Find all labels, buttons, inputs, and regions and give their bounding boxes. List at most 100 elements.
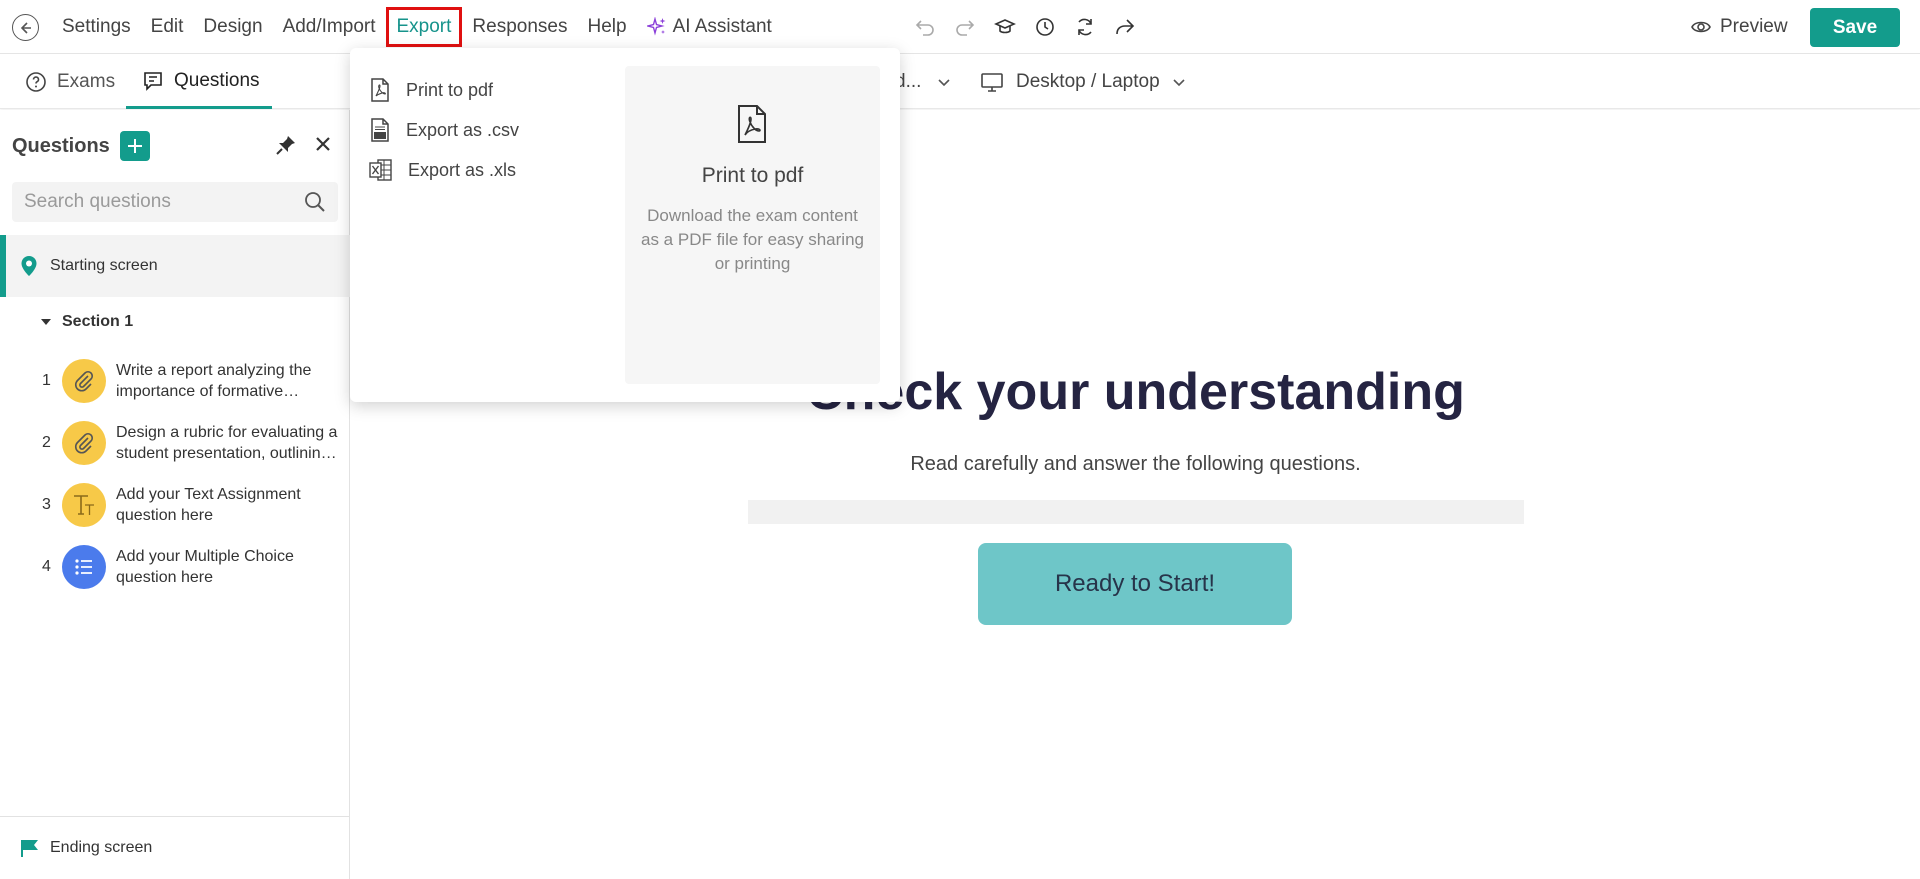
menu-design[interactable]: Design [193, 7, 272, 47]
pin-sidebar-button[interactable] [274, 133, 298, 162]
add-question-button[interactable] [119, 131, 150, 161]
export-dropdown: Print to pdf Export as .csv Export as .x… [350, 48, 900, 402]
csv-file-icon [371, 118, 389, 142]
question-item[interactable]: 3 Add your Text Assignment question here [0, 474, 350, 536]
section-header[interactable]: Section 1 [40, 313, 133, 331]
export-csv-option[interactable]: Export as .csv [368, 110, 519, 150]
paperclip-icon [62, 421, 106, 465]
partial-dropdown[interactable]: d... [895, 67, 951, 97]
tab-exams[interactable]: Exams [25, 55, 115, 109]
redo-button[interactable] [950, 12, 980, 42]
chevron-down-icon [1173, 79, 1185, 87]
eye-icon [1691, 21, 1711, 33]
menu-settings[interactable]: Settings [52, 7, 141, 47]
close-sidebar-button[interactable] [312, 133, 334, 160]
share-arrow-icon [1116, 19, 1135, 35]
location-pin-icon [21, 256, 37, 276]
search-icon[interactable] [304, 191, 326, 213]
print-to-pdf-option[interactable]: Print to pdf [368, 70, 519, 110]
question-item[interactable]: 2 Design a rubric for evaluating a stude… [0, 412, 350, 474]
toolbar [910, 12, 1140, 42]
progress-bar [748, 500, 1524, 524]
section-label: Section 1 [62, 313, 134, 330]
question-list: 1 Write a report analyzing the importanc… [0, 350, 350, 598]
search-box [12, 182, 338, 222]
export-xls-option[interactable]: Export as .xls [368, 150, 519, 190]
chevron-down-icon [938, 79, 950, 87]
search-input[interactable] [12, 182, 282, 222]
arrow-left-icon [20, 21, 31, 34]
undo-button[interactable] [910, 12, 940, 42]
ending-screen-item[interactable]: Ending screen [0, 816, 350, 879]
question-circle-icon [26, 72, 46, 92]
text-icon [62, 483, 106, 527]
clock-icon [1036, 18, 1054, 36]
question-text: Add your Text Assignment question here [116, 486, 301, 524]
export-options: Print to pdf Export as .csv Export as .x… [368, 70, 519, 190]
question-number: 4 [42, 558, 51, 575]
pin-icon [276, 136, 295, 155]
paperclip-icon [62, 359, 106, 403]
ending-screen-label: Ending screen [50, 839, 153, 856]
xls-file-icon [369, 159, 392, 181]
starting-screen-label: Starting screen [50, 257, 158, 274]
list-icon [62, 545, 106, 589]
pdf-file-icon [738, 105, 766, 143]
save-button[interactable]: Save [1810, 8, 1900, 47]
question-item[interactable]: 4 Add your Multiple Choice question here [0, 536, 350, 598]
caret-down-icon [41, 319, 51, 325]
export-xls-label: Export as .xls [408, 159, 517, 180]
refresh-icon [1078, 18, 1092, 36]
device-label: Desktop / Laptop [1016, 71, 1160, 92]
top-menu-bar: Settings Edit Design Add/Import Export R… [0, 0, 1920, 54]
export-csv-label: Export as .csv [406, 119, 520, 140]
menu-help[interactable]: Help [577, 7, 636, 47]
flag-icon [21, 840, 38, 857]
share-button[interactable] [1110, 12, 1140, 42]
preview-label: Preview [1720, 16, 1788, 37]
redo-icon [956, 20, 975, 36]
tab-questions[interactable]: Questions [126, 55, 272, 109]
question-number: 1 [42, 372, 51, 389]
print-to-pdf-label: Print to pdf [406, 79, 494, 100]
graduation-button[interactable] [990, 12, 1020, 42]
sync-button[interactable] [1070, 12, 1100, 42]
chat-list-icon [144, 71, 162, 91]
history-button[interactable] [1030, 12, 1060, 42]
menu-edit[interactable]: Edit [141, 7, 194, 47]
view-tabs-bar: Exams Questions d... Desktop / Laptop [0, 55, 1920, 109]
plus-icon [127, 139, 142, 153]
menu-export[interactable]: Export [385, 7, 463, 47]
question-number: 2 [42, 434, 51, 451]
export-preview-description: Download the exam content as a PDF file … [641, 206, 864, 273]
questions-sidebar: Questions Starting sc [0, 110, 350, 879]
exam-subtitle: Read carefully and answer the following … [910, 453, 1361, 475]
starting-screen-item[interactable]: Starting screen [0, 235, 350, 297]
preview-button[interactable]: Preview [1690, 10, 1788, 44]
menu-responses[interactable]: Responses [462, 7, 577, 47]
tab-exams-label: Exams [57, 71, 116, 92]
question-item[interactable]: 1 Write a report analyzing the importanc… [0, 350, 350, 412]
ai-assistant-label: AI Assistant [672, 16, 772, 37]
menu-add-import[interactable]: Add/Import [273, 7, 386, 47]
sparkle-icon [646, 17, 667, 37]
question-number: 3 [42, 496, 51, 513]
question-text: Write a report analyzing the importance … [116, 362, 312, 400]
sidebar-header: Questions [12, 130, 338, 162]
back-button[interactable] [12, 14, 39, 41]
main-menu: Settings Edit Design Add/Import Export R… [52, 0, 782, 54]
pdf-file-icon [371, 78, 389, 102]
close-icon [316, 137, 330, 151]
menu-ai-assistant[interactable]: AI Assistant [637, 7, 782, 47]
undo-icon [915, 20, 934, 36]
graduation-cap-icon [994, 19, 1016, 34]
question-text: Design a rubric for evaluating a student… [116, 424, 338, 462]
tab-questions-label: Questions [174, 69, 260, 91]
export-preview-title: Print to pdf [701, 164, 804, 187]
monitor-icon [981, 73, 1003, 92]
sidebar-title: Questions [12, 134, 110, 157]
export-preview-panel: Print to pdf Download the exam content a… [625, 66, 880, 384]
device-selector[interactable]: Desktop / Laptop [980, 67, 1186, 97]
question-text: Add your Multiple Choice question here [116, 548, 294, 586]
ready-to-start-button[interactable]: Ready to Start! [978, 543, 1292, 625]
